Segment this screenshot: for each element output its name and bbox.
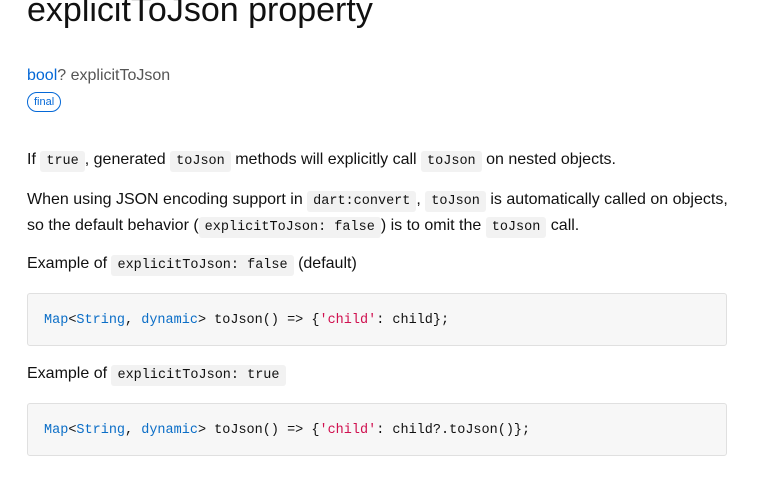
code-token: dynamic — [141, 423, 198, 438]
code-token: dynamic — [141, 313, 198, 328]
code-token: , — [125, 423, 142, 438]
inline-code: toJson — [421, 151, 482, 172]
text: call. — [546, 217, 580, 234]
inline-code: explicitToJson: true — [111, 365, 286, 386]
text: If — [27, 151, 41, 168]
signature-name: ? explicitToJson — [57, 67, 171, 84]
code-token: > toJson() => { — [197, 423, 320, 438]
code-token: > toJson() => { — [197, 313, 320, 328]
text: methods will explicitly call — [230, 151, 422, 168]
inline-code: true — [40, 151, 85, 172]
text: (default) — [293, 255, 357, 272]
code-token: Map — [44, 423, 69, 438]
description-paragraph-2: When using JSON encoding support in dart… — [27, 188, 732, 240]
page-title: explicitToJson property — [27, 0, 373, 29]
code-token: Map — [44, 313, 69, 328]
inline-code: toJson — [425, 191, 486, 212]
inline-code: explicitToJson: false — [111, 255, 294, 276]
text: When using JSON encoding support in — [27, 191, 308, 208]
text: Example of — [27, 365, 112, 382]
code-block-2: Map<String, dynamic> toJson() => {'child… — [27, 403, 727, 456]
final-badge: final — [27, 92, 62, 112]
property-signature: bool? explicitToJson — [27, 66, 170, 86]
text: on nested objects. — [481, 151, 616, 168]
code-block-1: Map<String, dynamic> toJson() => {'child… — [27, 293, 727, 346]
text: Example of — [27, 255, 112, 272]
example-2-heading: Example of explicitToJson: true — [27, 362, 732, 388]
code-token: String — [76, 313, 126, 328]
inline-code: dart:convert — [307, 191, 417, 212]
code-token: String — [76, 423, 126, 438]
code-token: 'child' — [319, 313, 377, 328]
code-token: 'child' — [319, 423, 377, 438]
inline-code: toJson — [485, 217, 547, 238]
description-paragraph-1: If true, generated toJson methods will e… — [27, 148, 732, 174]
example-1-heading: Example of explicitToJson: false (defaul… — [27, 252, 732, 278]
text: , generated — [84, 151, 171, 168]
code-token: : child}; — [376, 313, 450, 328]
type-link-bool[interactable]: bool — [27, 67, 57, 84]
code-token: : child?.toJson()}; — [376, 423, 531, 438]
code-token: , — [125, 313, 142, 328]
inline-code: explicitToJson: false — [198, 217, 381, 238]
text: , — [416, 191, 426, 208]
text: ) is to omit the — [380, 217, 486, 234]
inline-code: toJson — [170, 151, 231, 172]
